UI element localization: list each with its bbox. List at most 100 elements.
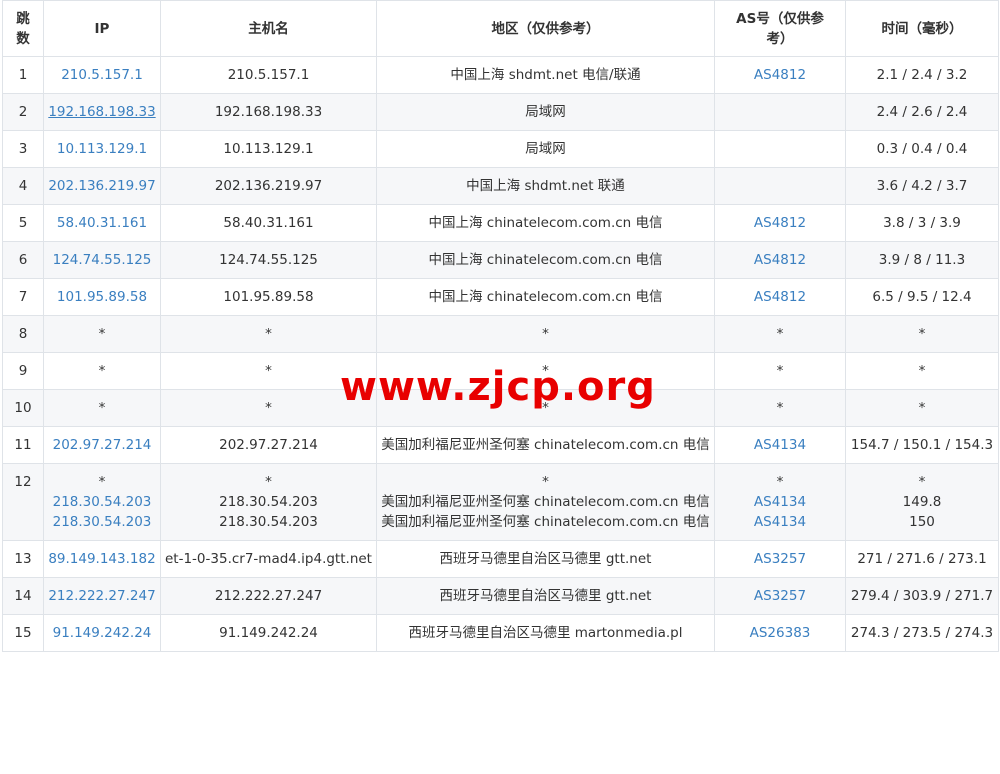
ip-value[interactable]: 212.222.27.247	[48, 586, 156, 606]
region-value: 美国加利福尼亚州圣何塞 chinatelecom.com.cn 电信	[381, 437, 710, 453]
host-value: 218.30.54.203	[219, 494, 318, 510]
ip-value[interactable]: 89.149.143.182	[48, 549, 156, 569]
region-value: 美国加利福尼亚州圣何塞 chinatelecom.com.cn 电信	[381, 514, 710, 530]
as-value: *	[776, 400, 784, 416]
time-value: 274.3 / 273.5 / 274.3	[850, 625, 994, 641]
as-value[interactable]: AS3257	[719, 586, 841, 606]
traceroute-table: 跳数 IP 主机名 地区（仅供参考） AS号（仅供参考） 时间（毫秒） 1 210…	[2, 0, 999, 652]
region-value: 中国上海 chinatelecom.com.cn 电信	[428, 252, 663, 268]
ip-cell: 202.97.27.214	[43, 426, 161, 464]
as-value[interactable]: AS4812	[719, 65, 841, 85]
ip-cell: 58.40.31.161	[43, 204, 161, 242]
ip-value[interactable]: 202.136.219.97	[48, 176, 156, 196]
region-cell: 局域网	[376, 130, 715, 168]
region-value: 中国上海 chinatelecom.com.cn 电信	[428, 289, 663, 305]
ip-value[interactable]: 124.74.55.125	[48, 250, 156, 270]
as-value: *	[776, 363, 784, 379]
as-cell	[714, 167, 846, 205]
host-value: et-1-0-35.cr7-mad4.ip4.gtt.net	[165, 551, 372, 567]
ip-cell: 101.95.89.58	[43, 278, 161, 316]
time-value: 150	[909, 514, 935, 530]
time-value: 2.1 / 2.4 / 3.2	[876, 67, 968, 83]
host-cell: 212.222.27.247	[160, 577, 377, 615]
region-cell: 中国上海 shdmt.net 联通	[376, 167, 715, 205]
hop-cell: 8	[2, 315, 44, 353]
host-cell: 202.136.219.97	[160, 167, 377, 205]
region-cell: 中国上海 chinatelecom.com.cn 电信	[376, 241, 715, 279]
host-value: *	[265, 326, 272, 342]
as-cell: AS4812	[714, 56, 846, 94]
table-row: 13 89.149.143.182 et-1-0-35.cr7-mad4.ip4.g…	[2, 540, 999, 578]
as-cell: AS26383	[714, 614, 846, 652]
table-body: 1 210.5.157.1 210.5.157.1 中国上海 shdmt.net 电信…	[2, 56, 999, 652]
as-value: *	[776, 326, 784, 342]
ip-value[interactable]: 218.30.54.203	[48, 512, 156, 532]
as-value[interactable]: AS4812	[719, 287, 841, 307]
host-cell: 202.97.27.214	[160, 426, 377, 464]
region-cell: * 美国加利福尼亚州圣何塞 chinatelecom.com.cn 电信 美国加利福…	[376, 463, 715, 541]
region-value: 局域网	[525, 104, 566, 120]
time-value: 154.7 / 150.1 / 154.3	[850, 437, 994, 453]
as-value[interactable]: AS4812	[719, 250, 841, 270]
as-cell: AS4812	[714, 278, 846, 316]
header-ip: IP	[43, 0, 161, 57]
header-time: 时间（毫秒）	[845, 0, 999, 57]
as-cell: AS3257	[714, 577, 846, 615]
table-row: 6 124.74.55.125 124.74.55.125 中国上海 chinatel…	[2, 241, 999, 279]
as-value[interactable]: AS4134	[719, 512, 841, 532]
time-cell: 271 / 271.6 / 273.1	[845, 540, 999, 578]
time-cell: 3.6 / 4.2 / 3.7	[845, 167, 999, 205]
table-row: 9 * * * * *	[2, 352, 999, 390]
as-value[interactable]: AS4134	[719, 435, 841, 455]
time-value: 3.9 / 8 / 11.3	[878, 252, 966, 268]
ip-value[interactable]: 10.113.129.1	[48, 139, 156, 159]
ip-value[interactable]: 218.30.54.203	[48, 492, 156, 512]
ip-value[interactable]: 91.149.242.24	[48, 623, 156, 643]
host-value: 101.95.89.58	[223, 289, 314, 305]
ip-cell: 210.5.157.1	[43, 56, 161, 94]
as-value[interactable]: AS4812	[719, 213, 841, 233]
region-value: 美国加利福尼亚州圣何塞 chinatelecom.com.cn 电信	[381, 494, 710, 510]
as-value[interactable]: AS4134	[719, 492, 841, 512]
region-value: 中国上海 chinatelecom.com.cn 电信	[428, 215, 663, 231]
time-value: 3.6 / 4.2 / 3.7	[876, 178, 968, 194]
region-cell: *	[376, 352, 715, 390]
ip-value[interactable]: 210.5.157.1	[48, 65, 156, 85]
time-cell: 3.9 / 8 / 11.3	[845, 241, 999, 279]
as-value: *	[776, 474, 784, 490]
region-cell: 美国加利福尼亚州圣何塞 chinatelecom.com.cn 电信	[376, 426, 715, 464]
time-cell: 2.4 / 2.6 / 2.4	[845, 93, 999, 131]
region-value: *	[542, 326, 549, 342]
ip-cell: *	[43, 315, 161, 353]
as-value[interactable]: AS3257	[719, 549, 841, 569]
time-cell: *	[845, 389, 999, 427]
hop-cell: 14	[2, 577, 44, 615]
region-value: 局域网	[525, 141, 566, 157]
traceroute-container: 跳数 IP 主机名 地区（仅供参考） AS号（仅供参考） 时间（毫秒） 1 210…	[0, 0, 1000, 652]
region-value: *	[542, 363, 549, 379]
ip-value[interactable]: 192.168.198.33	[48, 102, 156, 122]
hop-cell: 11	[2, 426, 44, 464]
ip-value[interactable]: 101.95.89.58	[48, 287, 156, 307]
region-value: 西班牙马德里自治区马德里 gtt.net	[439, 551, 652, 567]
header-hop: 跳数	[2, 0, 44, 57]
region-cell: *	[376, 389, 715, 427]
ip-cell: * 218.30.54.203 218.30.54.203	[43, 463, 161, 541]
host-cell: 210.5.157.1	[160, 56, 377, 94]
ip-value[interactable]: 202.97.27.214	[48, 435, 156, 455]
as-value[interactable]: AS26383	[719, 623, 841, 643]
hop-cell: 9	[2, 352, 44, 390]
host-cell: et-1-0-35.cr7-mad4.ip4.gtt.net	[160, 540, 377, 578]
ip-value: *	[98, 400, 106, 416]
hop-cell: 2	[2, 93, 44, 131]
as-cell	[714, 93, 846, 131]
host-cell: 91.149.242.24	[160, 614, 377, 652]
time-value: 2.4 / 2.6 / 2.4	[876, 104, 968, 120]
time-value: 279.4 / 303.9 / 271.7	[850, 588, 994, 604]
as-cell: *	[714, 352, 846, 390]
region-cell: 中国上海 shdmt.net 电信/联通	[376, 56, 715, 94]
table-row: 10 * * * * *	[2, 389, 999, 427]
time-cell: 2.1 / 2.4 / 3.2	[845, 56, 999, 94]
ip-value[interactable]: 58.40.31.161	[48, 213, 156, 233]
host-cell: 124.74.55.125	[160, 241, 377, 279]
